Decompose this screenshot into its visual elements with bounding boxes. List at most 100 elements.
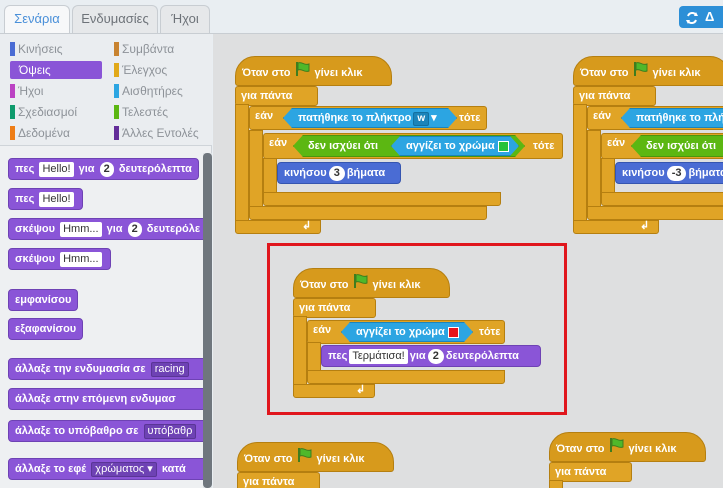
- category-label: Ήχοι: [18, 84, 44, 98]
- say-for-secs-block[interactable]: πες Hello! για 2 δευτερόλεπτα: [8, 158, 199, 180]
- secs-input[interactable]: 2: [427, 349, 444, 364]
- forever-block[interactable]: για πάντα: [237, 472, 320, 488]
- block-text: σκέψου: [15, 223, 56, 235]
- green-flag-icon: [296, 447, 312, 471]
- touching-color-sensor[interactable]: αγγίζει το χρώμα: [391, 136, 519, 156]
- block-text: για πάντα: [579, 90, 631, 102]
- scrollbar-thumb[interactable]: [203, 153, 212, 488]
- next-costume-block[interactable]: άλλαξε στην επόμενη ενδυμασ: [8, 388, 212, 410]
- say-for-secs-block[interactable]: πες Τερμάτισα! για 2 δευτερόλεπτα: [321, 345, 541, 367]
- category-label: Κινήσεις: [18, 42, 63, 56]
- if-not-end: [601, 192, 723, 206]
- category-label: Σχεδιασμοί Πένας: [18, 105, 78, 119]
- think-text-input[interactable]: Hmm...: [60, 222, 102, 237]
- palette-blocks: πες Hello! για 2 δευτερόλεπτα πες Hello!…: [0, 148, 212, 488]
- think-block[interactable]: σκέψου Hmm...: [8, 248, 111, 270]
- category-label: Συμβάντα: [122, 42, 175, 56]
- say-block[interactable]: πες Hello!: [8, 188, 83, 210]
- sync-icon: [686, 11, 698, 24]
- block-text: βήματα: [346, 167, 386, 179]
- then-label: τότε: [533, 140, 555, 152]
- when-flag-clicked-hat[interactable]: Όταν στο γίνει κλικ: [293, 268, 450, 298]
- loop-arrow-icon: ↲: [640, 220, 650, 232]
- category-label: Άλλες Εντολές: [122, 126, 199, 140]
- then-label: τότε: [459, 112, 481, 124]
- category-label: Αισθητήρες: [122, 84, 183, 98]
- block-text: δεν ισχύει ότι: [646, 140, 717, 152]
- forever-block[interactable]: για πάντα: [549, 462, 632, 482]
- forever-block[interactable]: για πάντα: [573, 86, 656, 106]
- forever-block[interactable]: για πάντα: [293, 298, 376, 318]
- costume-dropdown[interactable]: racing: [150, 362, 189, 377]
- share-button[interactable]: Δ: [679, 6, 723, 28]
- block-text: γίνει κλικ: [652, 66, 701, 79]
- more-blocks-chip: [114, 126, 119, 140]
- category-sensing[interactable]: Αισθητήρες: [110, 82, 206, 100]
- category-data[interactable]: Δεδομένα: [6, 124, 102, 142]
- when-flag-clicked-hat[interactable]: Όταν στο γίνει κλικ: [235, 56, 392, 86]
- key-pressed-sensor[interactable]: πατήθηκε το πλήκτρο: [621, 108, 723, 128]
- tab-bar: Σενάρια Ενδυμασίες Ήχοι Δ: [0, 0, 723, 35]
- move-steps-block[interactable]: κινήσου -3 βήματα: [615, 162, 723, 184]
- block-text: Όταν στο: [300, 278, 349, 291]
- think-text-input[interactable]: Hmm...: [60, 252, 102, 267]
- tab-scripts[interactable]: Σενάρια: [4, 5, 70, 35]
- forever-block[interactable]: για πάντα: [235, 86, 318, 106]
- block-text: για πάντα: [299, 302, 351, 314]
- red-color-swatch[interactable]: [448, 327, 459, 338]
- if-end: [307, 370, 505, 384]
- forever-arm: [549, 480, 563, 488]
- category-operators[interactable]: Τελεστές: [110, 103, 206, 121]
- palette-scrollbar[interactable]: [203, 153, 212, 488]
- block-text: βήματα: [688, 167, 723, 179]
- category-looks[interactable]: Όψεις: [10, 61, 102, 79]
- steps-input[interactable]: -3: [666, 166, 687, 181]
- block-text: γίνει κλικ: [628, 442, 677, 455]
- change-effect-block[interactable]: άλλαξε το εφέ χρώματος ▾ κατά: [8, 458, 212, 480]
- if-not-arm: [263, 158, 277, 194]
- block-text: αγγίζει το χρώμα: [356, 326, 445, 338]
- if-not-arm: [601, 158, 615, 194]
- when-flag-clicked-hat[interactable]: Όταν στο γίνει κλικ: [549, 432, 706, 462]
- block-text: δεν ισχύει ότι: [308, 140, 379, 152]
- category-events[interactable]: Συμβάντα: [110, 40, 206, 58]
- think-for-secs-block[interactable]: σκέψου Hmm... για 2 δευτερόλε: [8, 218, 212, 240]
- green-flag-icon: [632, 61, 648, 85]
- block-text: πατήθηκε το πλήκτρο: [298, 112, 412, 124]
- green-color-swatch[interactable]: [498, 141, 509, 152]
- secs-input[interactable]: 2: [127, 222, 142, 237]
- block-text: κινήσου: [622, 167, 665, 179]
- move-steps-block[interactable]: κινήσου 3 βήματα: [277, 162, 401, 184]
- effect-dropdown[interactable]: χρώματος ▾: [91, 462, 157, 477]
- block-text: Όταν στο: [556, 442, 605, 455]
- category-more-blocks[interactable]: Άλλες Εντολές: [110, 124, 210, 142]
- loop-arrow-icon: ↲: [356, 384, 366, 396]
- pen-chip: [10, 105, 15, 119]
- key-dropdown[interactable]: w: [413, 112, 429, 126]
- say-text-input[interactable]: Hello!: [39, 192, 74, 207]
- block-text: για πάντα: [555, 466, 607, 478]
- when-flag-clicked-hat[interactable]: Όταν στο γίνει κλικ: [573, 56, 723, 86]
- say-text-input[interactable]: Hello!: [39, 162, 74, 177]
- when-flag-clicked-hat[interactable]: Όταν στο γίνει κλικ: [237, 442, 394, 472]
- tab-sounds[interactable]: Ήχοι: [160, 5, 210, 33]
- switch-costume-block[interactable]: άλλαξε την ενδυμασία σε racing: [8, 358, 212, 380]
- not-operator[interactable]: δεν ισχύει ότι: [631, 135, 723, 157]
- steps-input[interactable]: 3: [328, 166, 345, 181]
- category-sound[interactable]: Ήχοι: [6, 82, 102, 100]
- block-text: κινήσου: [284, 167, 327, 179]
- backdrop-dropdown[interactable]: υπόβαθρ: [143, 424, 197, 439]
- category-control[interactable]: Έλεγχος: [110, 61, 206, 79]
- show-block[interactable]: εμφανίσου: [8, 289, 79, 311]
- key-pressed-sensor[interactable]: πατήθηκε το πλήκτρο w ▾: [283, 108, 457, 128]
- scripts-area[interactable]: Όταν στο γίνει κλικ για πάντα εάν πατήθηκ…: [213, 34, 723, 488]
- category-pen[interactable]: Σχεδιασμοί Πένας: [6, 103, 110, 121]
- hide-block[interactable]: εξαφανίσου: [8, 318, 84, 340]
- category-motion[interactable]: Κινήσεις: [6, 40, 102, 58]
- say-text-input[interactable]: Τερμάτισα!: [349, 349, 408, 364]
- switch-backdrop-block[interactable]: άλλαξε το υπόβαθρο σε υπόβαθρ: [8, 420, 212, 442]
- touching-color-sensor[interactable]: αγγίζει το χρώμα: [341, 322, 473, 342]
- tab-costumes[interactable]: Ενδυμασίες: [72, 5, 158, 33]
- forever-arm: [235, 104, 249, 230]
- secs-input[interactable]: 2: [99, 162, 114, 177]
